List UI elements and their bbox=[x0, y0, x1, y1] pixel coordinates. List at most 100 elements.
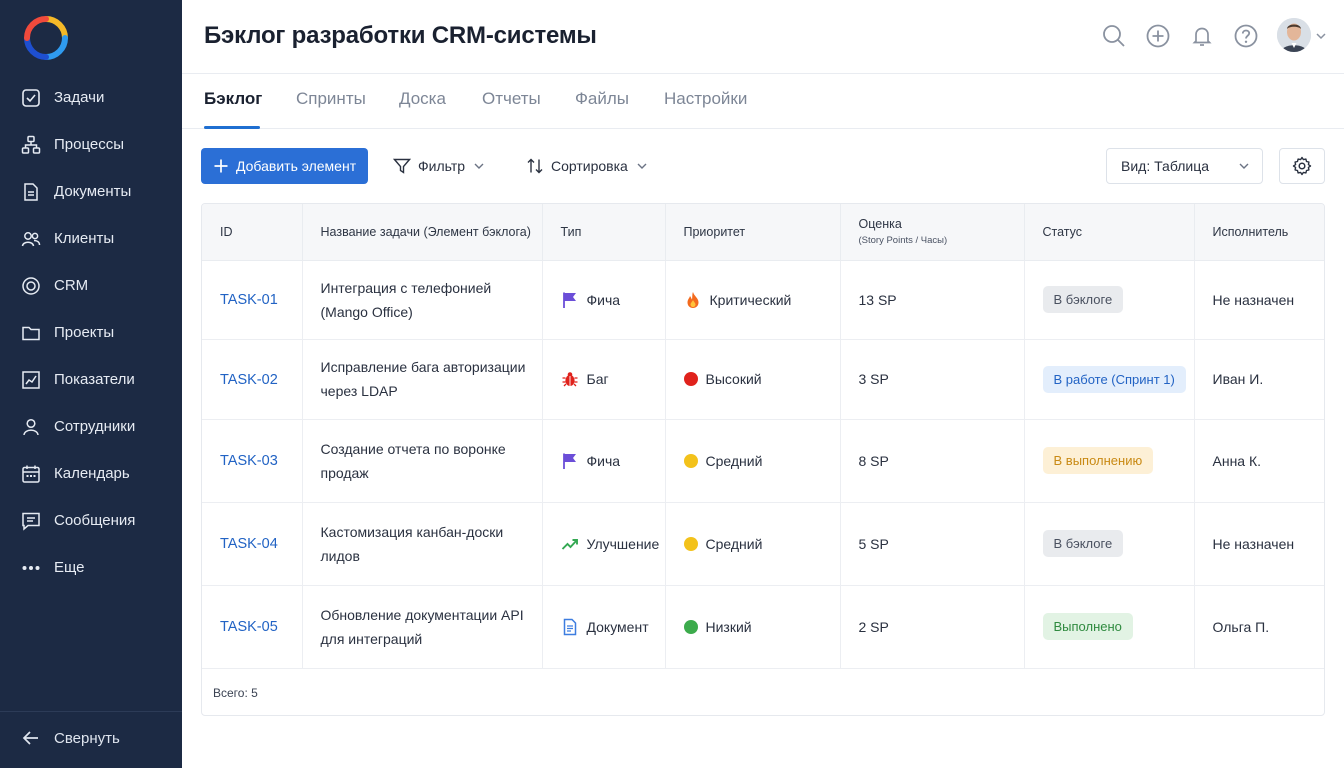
tab-reports[interactable]: Отчеты bbox=[482, 89, 541, 129]
table-settings-button[interactable] bbox=[1279, 148, 1325, 184]
green-dot-icon bbox=[683, 619, 698, 634]
assignee-cell: Анна К. bbox=[1194, 419, 1324, 503]
chart-icon bbox=[22, 370, 40, 389]
checkbox-icon bbox=[22, 88, 40, 107]
assignee-cell: Ольга П. bbox=[1194, 585, 1324, 669]
chevron-down-icon[interactable] bbox=[1315, 30, 1327, 42]
chevron-down-icon bbox=[1239, 163, 1249, 169]
sidebar-item-tasks[interactable]: Задачи bbox=[0, 74, 182, 121]
tab-board[interactable]: Доска bbox=[399, 89, 446, 129]
task-id-link[interactable]: TASK-01 bbox=[220, 292, 278, 308]
app-logo[interactable] bbox=[22, 14, 70, 62]
tab-files[interactable]: Файлы bbox=[575, 89, 629, 129]
sidebar-item-label: Сообщения bbox=[54, 512, 136, 529]
chevron-down-icon bbox=[637, 163, 647, 169]
assignee-cell: Иван И. bbox=[1194, 339, 1324, 420]
task-id-link[interactable]: TASK-04 bbox=[220, 536, 278, 552]
add-item-label: Добавить элемент bbox=[236, 158, 357, 174]
column-header-type[interactable]: Тип bbox=[542, 204, 666, 261]
priority-label: Средний bbox=[705, 452, 763, 469]
sidebar-item-label: Сотрудники bbox=[54, 418, 136, 435]
sidebar-item-documents[interactable]: Документы bbox=[0, 168, 182, 215]
plus-icon bbox=[214, 159, 228, 173]
avatar[interactable] bbox=[1277, 18, 1311, 52]
priority-label: Критический bbox=[709, 291, 792, 308]
view-select-value: Вид: Таблица bbox=[1121, 158, 1209, 174]
task-name-line: для интеграций bbox=[320, 630, 423, 647]
task-name-line: Интеграция с телефонией bbox=[320, 279, 492, 296]
estimate-cell: 3 SP bbox=[840, 339, 1025, 420]
flag-icon bbox=[562, 453, 576, 469]
sidebar-item-calendar[interactable]: Календарь bbox=[0, 450, 182, 497]
task-name-line: Кастомизация канбан-доски bbox=[320, 523, 504, 540]
table-row[interactable]: TASK-05 Обновление документации API для и… bbox=[202, 585, 1324, 669]
page-title: Бэклог разработки CRM-системы bbox=[204, 22, 597, 49]
task-name-line: Исправление бага авторизации bbox=[320, 359, 526, 375]
clients-icon bbox=[21, 231, 41, 246]
assignee-cell: Не назначен bbox=[1194, 502, 1324, 586]
sidebar-nav: Задачи Процессы Документы Клиенты CRM Пр… bbox=[0, 74, 182, 591]
tab-sprints[interactable]: Спринты bbox=[296, 89, 366, 129]
yellow-dot-icon bbox=[683, 453, 698, 468]
column-header-id[interactable]: ID bbox=[202, 204, 303, 261]
tab-settings[interactable]: Настройки bbox=[664, 89, 747, 129]
collapse-sidebar-button[interactable]: Свернуть bbox=[0, 715, 182, 761]
bell-icon[interactable] bbox=[1188, 22, 1216, 50]
sidebar-item-crm[interactable]: CRM bbox=[0, 262, 182, 309]
task-name-cell: Интеграция с телефонией (Mango Office) bbox=[302, 260, 543, 340]
avatar-photo bbox=[1277, 18, 1311, 52]
assignee-cell: Не назначен bbox=[1194, 260, 1324, 340]
sidebar-item-projects[interactable]: Проекты bbox=[0, 309, 182, 356]
task-id-link[interactable]: TASK-03 bbox=[220, 453, 278, 469]
sidebar-item-employees[interactable]: Сотрудники bbox=[0, 403, 182, 450]
document-icon bbox=[24, 182, 38, 201]
column-header-estimate[interactable]: Оценка (Story Points / Часы) bbox=[840, 204, 1025, 261]
task-id-link[interactable]: TASK-05 bbox=[220, 619, 278, 635]
column-header-priority[interactable]: Приоритет bbox=[665, 204, 841, 261]
plus-circle-icon[interactable] bbox=[1144, 22, 1172, 50]
status-badge: В бэклоге bbox=[1042, 530, 1124, 557]
table-row[interactable]: TASK-03 Создание отчета по воронке продаж… bbox=[202, 419, 1324, 503]
message-icon bbox=[22, 512, 40, 531]
trend-up-icon bbox=[561, 538, 578, 550]
priority-label: Низкий bbox=[705, 618, 752, 635]
help-icon[interactable] bbox=[1232, 22, 1260, 50]
sort-button[interactable]: Сортировка bbox=[526, 148, 648, 184]
sidebar-item-metrics[interactable]: Показатели bbox=[0, 356, 182, 403]
sort-icon bbox=[527, 158, 543, 174]
status-badge: В выполнению bbox=[1042, 447, 1154, 474]
table-row[interactable]: TASK-02 Исправление бага авторизации чере… bbox=[202, 339, 1324, 420]
table-row[interactable]: TASK-01 Интеграция с телефонией (Mango Of… bbox=[202, 260, 1324, 340]
column-header-status[interactable]: Статус bbox=[1024, 204, 1195, 261]
table-row[interactable]: TASK-04 Кастомизация канбан-доски лидов У… bbox=[202, 502, 1324, 586]
collapse-label: Свернуть bbox=[54, 729, 120, 747]
sidebar-item-more[interactable]: Еще bbox=[0, 544, 182, 591]
sidebar-item-label: Документы bbox=[54, 183, 132, 200]
task-name-cell: Исправление бага авторизации через LDAP bbox=[302, 339, 543, 420]
task-id-link[interactable]: TASK-02 bbox=[220, 372, 278, 388]
status-badge: В работе (Спринт 1) bbox=[1042, 365, 1186, 393]
sidebar-item-messages[interactable]: Сообщения bbox=[0, 497, 182, 544]
column-header-name[interactable]: Название задачи (Элемент бэклога) bbox=[302, 204, 543, 261]
user-icon bbox=[23, 418, 39, 435]
sidebar-item-processes[interactable]: Процессы bbox=[0, 121, 182, 168]
estimate-cell: 13 SP bbox=[840, 260, 1025, 340]
task-name-line: Создание отчета по воронке bbox=[320, 440, 506, 457]
task-name-line: лидов bbox=[320, 547, 360, 564]
backlog-table: ID Название задачи (Элемент бэклога) Тип… bbox=[201, 203, 1325, 716]
column-header-estimate-sub: (Story Points / Часы) bbox=[858, 235, 948, 247]
tab-backlog[interactable]: Бэклог bbox=[204, 89, 262, 129]
table-header-row: ID Название задачи (Элемент бэклога) Тип… bbox=[202, 204, 1324, 261]
estimate-cell: 8 SP bbox=[840, 419, 1025, 503]
add-item-button[interactable]: Добавить элемент bbox=[201, 148, 368, 184]
filter-button[interactable]: Фильтр bbox=[393, 148, 485, 184]
task-name-cell: Создание отчета по воронке продаж bbox=[302, 419, 543, 503]
sidebar: Задачи Процессы Документы Клиенты CRM Пр… bbox=[0, 0, 182, 768]
sidebar-item-clients[interactable]: Клиенты bbox=[0, 215, 182, 262]
search-icon[interactable] bbox=[1100, 22, 1128, 50]
table-total-count: Всего: 5 bbox=[213, 686, 258, 700]
sidebar-item-label: CRM bbox=[54, 277, 89, 294]
fire-icon bbox=[687, 291, 698, 308]
view-select[interactable]: Вид: Таблица bbox=[1106, 148, 1263, 184]
column-header-assignee[interactable]: Исполнитель bbox=[1194, 204, 1324, 261]
